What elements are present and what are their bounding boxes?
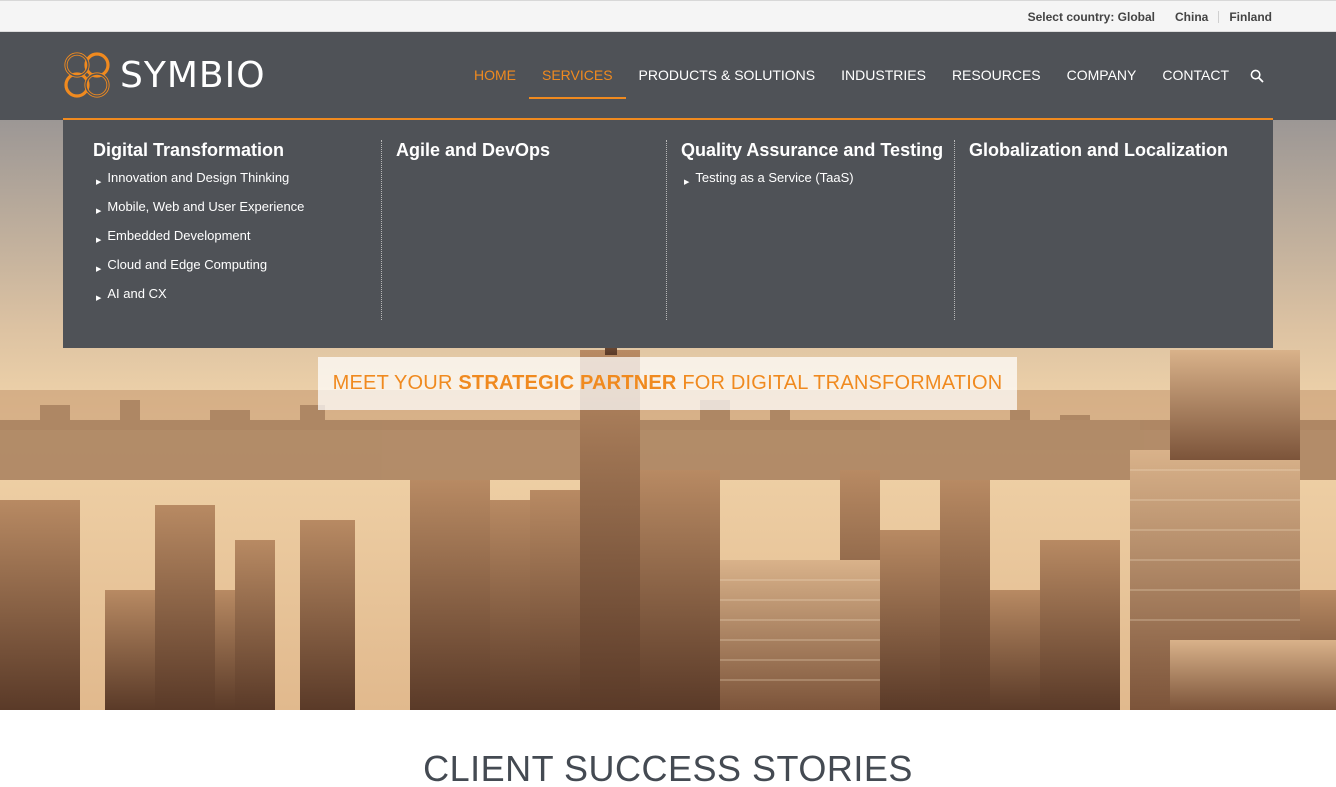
menu-column-agile-devops: Agile and DevOps	[396, 140, 656, 320]
menu-heading-digital-transformation[interactable]: Digital Transformation	[93, 140, 373, 161]
nav-products-solutions[interactable]: PRODUCTS & SOLUTIONS	[626, 32, 829, 120]
triangle-right-icon: ▶	[684, 179, 690, 186]
nav-industries[interactable]: INDUSTRIES	[828, 32, 939, 120]
nav-contact[interactable]: CONTACT	[1149, 32, 1242, 120]
menu-item-cloud-edge[interactable]: ▶ Cloud and Edge Computing	[93, 256, 373, 285]
country-link-finland[interactable]: Finland	[1229, 10, 1272, 24]
country-link-china[interactable]: China	[1175, 10, 1208, 24]
logo[interactable]: SYMBIO	[62, 50, 266, 100]
section-title: CLIENT SUCCESS STORIES	[423, 748, 913, 787]
country-label[interactable]: Select country: Global	[1028, 10, 1155, 24]
main-nav: HOME SERVICES PRODUCTS & SOLUTIONS INDUS…	[461, 32, 1272, 120]
menu-item-label: Innovation and Design Thinking	[107, 170, 290, 185]
tagline-bold: STRATEGIC PARTNER	[458, 372, 677, 394]
menu-column-quality-assurance: Quality Assurance and Testing ▶ Testing a…	[681, 140, 951, 320]
menu-item-label: Cloud and Edge Computing	[107, 257, 268, 272]
menu-heading-globalization[interactable]: Globalization and Localization	[969, 140, 1259, 161]
divider	[954, 140, 955, 320]
menu-column-globalization: Globalization and Localization	[969, 140, 1259, 320]
tagline-pre: MEET YOUR	[332, 372, 459, 394]
triangle-right-icon: ▶	[96, 266, 102, 273]
triangle-right-icon: ▶	[96, 295, 102, 302]
nav-home[interactable]: HOME	[461, 32, 529, 120]
site-header: SYMBIO HOME SERVICES PRODUCTS & SOLUTION…	[0, 32, 1336, 120]
symbio-knot-icon	[64, 52, 110, 98]
brand-name: SYMBIO	[120, 54, 266, 96]
search-icon	[1250, 69, 1264, 83]
menu-item-label: Embedded Development	[107, 228, 251, 243]
hero-tagline-box: MEET YOUR STRATEGIC PARTNER FOR DIGITAL …	[318, 357, 1017, 410]
divider	[666, 140, 667, 320]
menu-item-embedded[interactable]: ▶ Embedded Development	[93, 227, 373, 256]
triangle-right-icon: ▶	[96, 179, 102, 186]
menu-item-label: Testing as a Service (TaaS)	[695, 170, 854, 185]
menu-column-digital-transformation: Digital Transformation ▶ Innovation and D…	[93, 140, 373, 320]
menu-item-label: Mobile, Web and User Experience	[107, 199, 305, 214]
hero-tagline: MEET YOUR STRATEGIC PARTNER FOR DIGITAL …	[333, 372, 1003, 395]
divider	[381, 140, 382, 320]
triangle-right-icon: ▶	[96, 208, 102, 215]
nav-services[interactable]: SERVICES	[529, 32, 626, 120]
nav-resources[interactable]: RESOURCES	[939, 32, 1054, 120]
menu-item-ai-cx[interactable]: ▶ AI and CX	[93, 285, 373, 314]
country-selector: Select country: Global China Finland	[1028, 10, 1272, 24]
menu-item-label: AI and CX	[107, 286, 167, 301]
nav-company[interactable]: COMPANY	[1054, 32, 1150, 120]
top-bar: Select country: Global China Finland	[0, 0, 1336, 32]
menu-item-taas[interactable]: ▶ Testing as a Service (TaaS)	[681, 169, 951, 198]
client-success-section: CLIENT SUCCESS STORIES	[0, 710, 1336, 787]
menu-heading-quality-assurance[interactable]: Quality Assurance and Testing	[681, 140, 951, 161]
divider	[1218, 11, 1220, 23]
menu-heading-agile-devops[interactable]: Agile and DevOps	[396, 140, 656, 161]
triangle-right-icon: ▶	[96, 237, 102, 244]
search-button[interactable]	[1242, 32, 1272, 120]
services-mega-menu: Digital Transformation ▶ Innovation and D…	[63, 118, 1273, 348]
menu-item-mobile-web[interactable]: ▶ Mobile, Web and User Experience	[93, 198, 373, 227]
menu-item-innovation[interactable]: ▶ Innovation and Design Thinking	[93, 169, 373, 198]
tagline-post: FOR DIGITAL TRANSFORMATION	[676, 372, 1003, 394]
